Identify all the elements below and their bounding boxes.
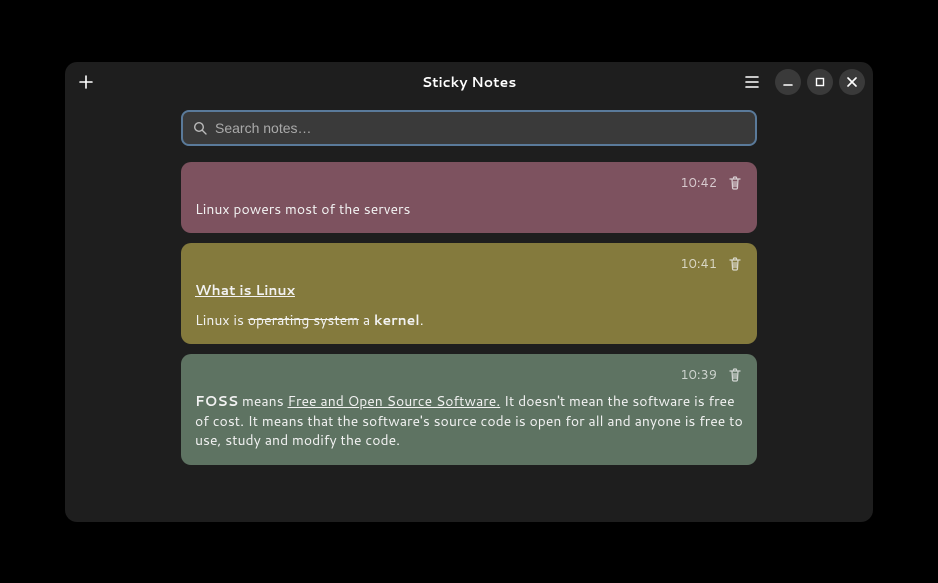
content-area: 10:42Linux powers most of the servers10:… [65, 102, 873, 522]
trash-icon [727, 256, 743, 272]
note-text-segment: . [420, 310, 424, 330]
note-text-segment: operating system [248, 310, 359, 330]
menu-icon [745, 76, 759, 88]
titlebar: Sticky Notes [65, 62, 873, 102]
plus-icon [79, 75, 93, 89]
note-text-segment: Free and Open Source Software. [288, 391, 501, 411]
note-text: Linux powers most of the servers [195, 200, 743, 220]
delete-note-button[interactable] [727, 175, 743, 191]
note-text-segment: Linux is [195, 310, 248, 330]
note-timestamp: 10:42 [680, 174, 717, 192]
minimize-button[interactable] [775, 69, 801, 95]
note-text-segment: kernel [374, 310, 420, 330]
search-input[interactable] [215, 120, 745, 136]
note-text: FOSS means Free and Open Source Software… [195, 392, 743, 451]
note-text-segment: FOSS [195, 391, 238, 411]
note-header: 10:39 [195, 366, 743, 384]
delete-note-button[interactable] [727, 367, 743, 383]
note-text-segment: means [238, 391, 287, 411]
maximize-icon [815, 77, 825, 87]
note-header: 10:41 [195, 255, 743, 273]
close-icon [847, 77, 857, 87]
note-card[interactable]: 10:39 FOSS means Free and Open Source Sof… [181, 354, 757, 465]
maximize-button[interactable] [807, 69, 833, 95]
trash-icon [727, 367, 743, 383]
menu-button[interactable] [739, 69, 765, 95]
notes-list: 10:42Linux powers most of the servers10:… [181, 162, 757, 466]
delete-note-button[interactable] [727, 256, 743, 272]
window-title: Sticky Notes [422, 72, 517, 92]
search-field[interactable] [181, 110, 757, 146]
search-icon [193, 121, 207, 135]
note-card[interactable]: 10:42 Linux powers most of the servers [181, 162, 757, 234]
note-title: What is Linux [195, 281, 295, 301]
note-text-segment: Linux powers most of the servers [195, 199, 410, 219]
minimize-icon [783, 77, 793, 87]
note-text-segment: a [359, 310, 374, 330]
close-button[interactable] [839, 69, 865, 95]
note-body: Linux powers most of the servers [195, 200, 743, 220]
note-timestamp: 10:41 [680, 255, 717, 273]
trash-icon [727, 175, 743, 191]
note-timestamp: 10:39 [680, 366, 717, 384]
app-window: Sticky Notes 10:42Linux powers most of [65, 62, 873, 522]
note-text: Linux is operating system a kernel. [195, 311, 743, 331]
new-note-button[interactable] [73, 69, 99, 95]
note-body: FOSS means Free and Open Source Software… [195, 392, 743, 451]
note-header: 10:42 [195, 174, 743, 192]
note-card[interactable]: 10:41 What is Linux Linux is operating sys… [181, 243, 757, 344]
note-body: What is Linux Linux is operating system a… [195, 281, 743, 330]
